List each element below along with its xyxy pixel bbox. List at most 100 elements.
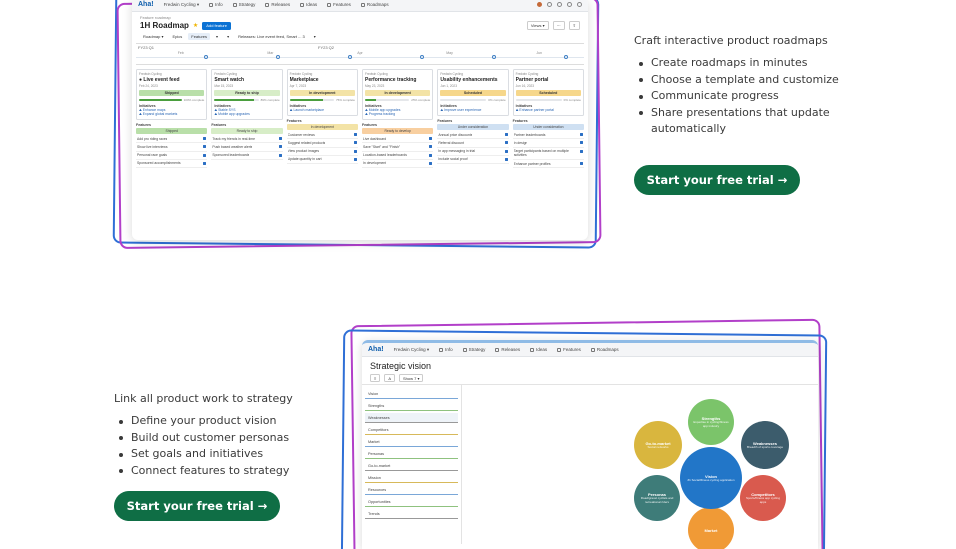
feature-card[interactable]: Personal race goals bbox=[136, 152, 208, 160]
nav-features[interactable]: Features bbox=[557, 347, 581, 352]
strategy-bubble[interactable]: Vision #1 Social/fitness cycling applicat… bbox=[680, 447, 742, 509]
strategy-bubble[interactable]: Personas Road/gravel cyclists and recreat… bbox=[634, 475, 680, 521]
feature-card[interactable]: In design bbox=[512, 139, 584, 148]
list-icon[interactable]: ≡ bbox=[370, 374, 381, 382]
strategy-bubble[interactable]: Go-to-market Social networks bbox=[634, 421, 682, 469]
checkbox-icon[interactable] bbox=[429, 161, 433, 165]
checkbox-icon[interactable] bbox=[203, 145, 207, 149]
checkbox-icon[interactable] bbox=[278, 137, 282, 140]
feature-card[interactable]: Referral discount bbox=[437, 139, 509, 148]
strategy-list-item[interactable]: Competitors bbox=[365, 425, 458, 435]
checkbox-icon[interactable] bbox=[579, 133, 583, 136]
releases-filter[interactable]: Releases: Live event feed, Smart ... 3 bbox=[235, 33, 308, 40]
nav-roadmaps[interactable]: Roadmaps bbox=[360, 2, 389, 7]
release-name[interactable]: Partner portal bbox=[516, 77, 581, 83]
feature-card[interactable]: Location-based leaderboards bbox=[361, 152, 434, 160]
start-free-trial-button[interactable]: Start your free trial → bbox=[114, 491, 280, 521]
feature-card[interactable]: Update quantity in cart bbox=[286, 156, 358, 164]
feature-card[interactable]: View product images bbox=[286, 148, 358, 156]
show-dropdown[interactable]: Show 7 ▾ bbox=[399, 374, 424, 382]
feature-card[interactable]: Partner leaderboards bbox=[512, 131, 584, 140]
checkbox-icon[interactable] bbox=[353, 157, 357, 161]
release-name[interactable]: Marketplace bbox=[290, 77, 355, 83]
share-icon[interactable]: ⇪ bbox=[568, 21, 580, 30]
release-card[interactable]: Fredwin Cycling Performance tracking May 2… bbox=[361, 69, 434, 120]
strategy-list-item[interactable]: Resources bbox=[365, 485, 458, 495]
feature-card[interactable]: Save "Start" and "Finish" bbox=[361, 143, 434, 152]
initiative-link[interactable]: ⛰ Launch marketplace bbox=[290, 108, 355, 112]
initiative-link[interactable]: ⛰ Enhance partner portal bbox=[516, 108, 581, 112]
strategy-list-item[interactable]: Trends bbox=[365, 509, 458, 519]
feature-card[interactable]: Annual price discounts bbox=[437, 131, 509, 140]
release-marker[interactable] bbox=[276, 55, 280, 59]
checkbox-icon[interactable] bbox=[504, 157, 508, 161]
checkbox-icon[interactable] bbox=[278, 153, 282, 157]
help-icon[interactable] bbox=[557, 2, 562, 7]
checkbox-icon[interactable] bbox=[203, 161, 207, 165]
release-name[interactable]: Performance tracking bbox=[365, 77, 430, 83]
release-card[interactable]: Fredwin Cycling Marketplace Apr 7, 2023 In … bbox=[286, 69, 358, 116]
strategy-bubble[interactable]: Strengths Expertise in cycling/fitness ap… bbox=[688, 399, 734, 445]
nav-strategy[interactable]: Strategy bbox=[232, 2, 255, 7]
feature-card[interactable]: Sponsored leaderboards bbox=[211, 152, 283, 160]
feature-card[interactable]: In app messaging in trial bbox=[437, 148, 509, 156]
release-card[interactable]: Fredwin Cycling Partner portal Jun 16, 202… bbox=[512, 69, 584, 116]
release-marker[interactable] bbox=[420, 55, 424, 59]
breadcrumb[interactable]: Feature roadmap bbox=[140, 15, 580, 20]
start-free-trial-button[interactable]: Start your free trial → bbox=[634, 165, 800, 195]
settings-icon[interactable] bbox=[547, 2, 552, 7]
nav-releases[interactable]: Releases bbox=[495, 347, 520, 352]
checkbox-icon[interactable] bbox=[353, 141, 357, 145]
nav-strategy[interactable]: Strategy bbox=[462, 347, 485, 352]
roadmap-view-dropdown[interactable]: Roadmap ▾ bbox=[140, 33, 166, 40]
release-marker[interactable] bbox=[348, 55, 352, 59]
checkbox-icon[interactable] bbox=[353, 133, 357, 136]
feature-card[interactable]: In development bbox=[361, 160, 434, 168]
release-card[interactable]: Fredwin Cycling Smart watch Mar 15, 2023 Re… bbox=[211, 69, 283, 120]
checkbox-icon[interactable] bbox=[429, 153, 433, 157]
nav-features[interactable]: Features bbox=[327, 2, 351, 7]
feature-card[interactable]: Push based weather alerts bbox=[211, 143, 283, 152]
checkbox-icon[interactable] bbox=[579, 149, 583, 153]
feature-card[interactable]: Customer reviews bbox=[286, 131, 358, 140]
text-icon[interactable]: A bbox=[384, 374, 396, 382]
initiative-link[interactable]: ⛰ Progress tracking bbox=[365, 112, 430, 116]
strategy-bubble[interactable]: Weaknesses Breadth of sports coverage bbox=[741, 421, 789, 469]
settings-dropdown[interactable]: ▾ bbox=[224, 33, 232, 40]
nav-roadmaps[interactable]: Roadmaps bbox=[590, 347, 619, 352]
release-name[interactable]: ● Live event feed bbox=[139, 77, 204, 83]
strategy-list-item[interactable]: Strengths bbox=[365, 401, 458, 411]
feature-card[interactable]: Enhance partner profiles bbox=[512, 160, 584, 169]
features-toggle[interactable]: Features bbox=[188, 33, 211, 40]
feature-card[interactable]: Live dashboard bbox=[361, 135, 434, 144]
feature-card[interactable]: Include social proof bbox=[437, 156, 509, 164]
add-feature-button[interactable]: Add feature bbox=[202, 21, 231, 30]
nav-product-switcher[interactable]: Fredwin Cycling ▾ bbox=[394, 347, 430, 353]
checkbox-icon[interactable] bbox=[579, 141, 583, 145]
nav-info[interactable]: Info bbox=[209, 2, 223, 7]
search-icon[interactable] bbox=[567, 2, 572, 7]
initiative-link[interactable]: ⛰ Expand global markets bbox=[139, 112, 204, 116]
strategy-list-item[interactable]: Market bbox=[365, 437, 458, 447]
feature-card[interactable]: Show live interviews bbox=[136, 143, 208, 152]
nav-ideas[interactable]: Ideas bbox=[300, 2, 317, 7]
add-icon[interactable] bbox=[577, 2, 582, 7]
strategy-list-item[interactable]: Personas bbox=[365, 449, 458, 459]
views-dropdown[interactable]: Views ▾ bbox=[526, 21, 549, 30]
strategy-list-item[interactable]: Weaknesses bbox=[365, 413, 458, 423]
release-name[interactable]: Smart watch bbox=[214, 77, 279, 83]
checkbox-icon[interactable] bbox=[429, 137, 433, 140]
release-marker[interactable] bbox=[204, 55, 208, 59]
feature-card[interactable]: Track my friends in real-time bbox=[211, 135, 283, 144]
checkbox-icon[interactable] bbox=[504, 141, 508, 145]
grid-dropdown[interactable]: ▾ bbox=[213, 33, 221, 40]
strategy-list-item[interactable]: Go-to-market bbox=[365, 461, 458, 471]
strategy-bubble[interactable]: Market bbox=[688, 507, 734, 549]
checkbox-icon[interactable] bbox=[353, 149, 357, 153]
strategy-bubble[interactable]: Competitors Sports/fitness app cycling ap… bbox=[740, 475, 786, 521]
release-card[interactable]: Fredwin Cycling Usability enhancements Jun… bbox=[437, 69, 509, 116]
strategy-list-item[interactable]: Opportunities bbox=[365, 497, 458, 507]
initiative-link[interactable]: ⛰ Mobile app upgrades bbox=[214, 112, 279, 116]
release-marker[interactable] bbox=[564, 55, 568, 59]
release-marker[interactable] bbox=[492, 55, 496, 59]
